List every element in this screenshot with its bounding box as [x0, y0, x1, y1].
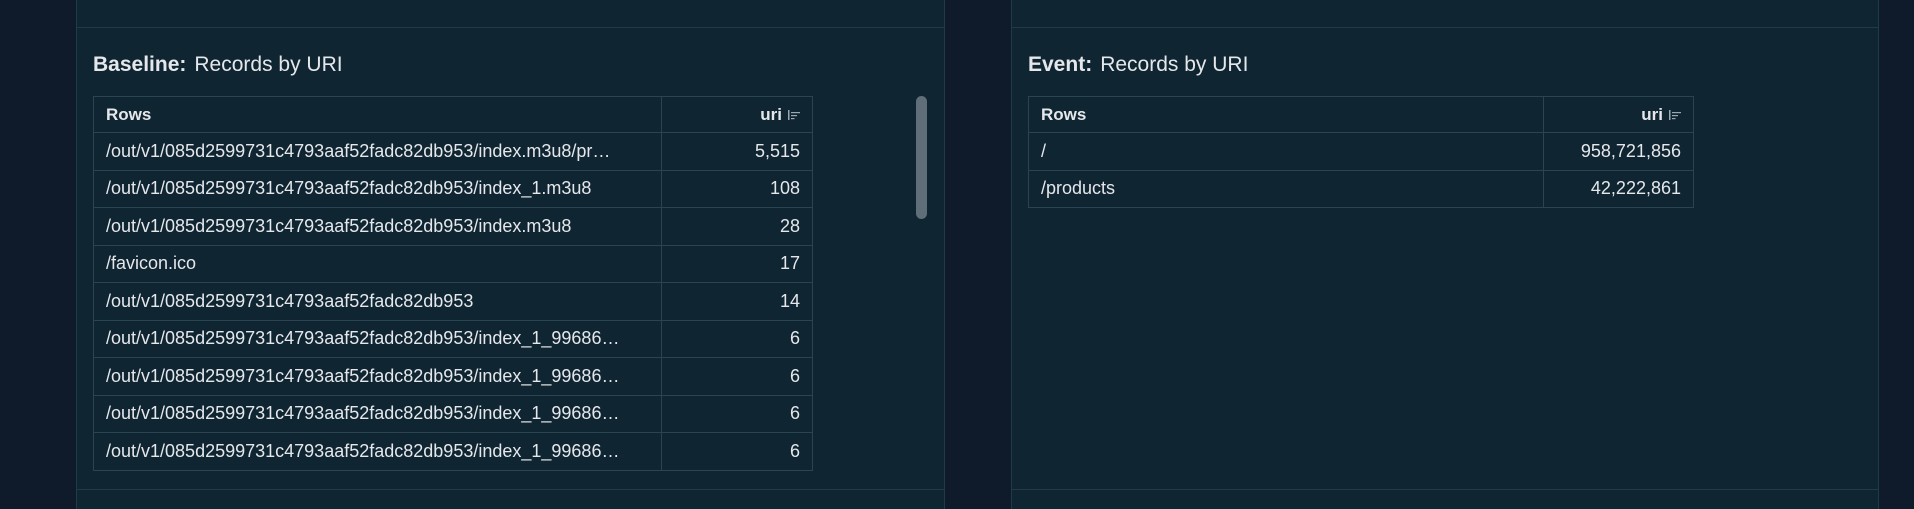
sort-icon[interactable] [1669, 109, 1681, 121]
table-row[interactable]: /out/v1/085d2599731c4793aaf52fadc82db953… [93, 357, 813, 396]
row-uri-cell: /out/v1/085d2599731c4793aaf52fadc82db953… [93, 357, 662, 396]
uri-column-header-label: uri [1641, 104, 1663, 124]
panel-divider-bottom [77, 489, 944, 490]
row-uri-cell: /out/v1/085d2599731c4793aaf52fadc82db953… [93, 207, 662, 246]
table-row[interactable]: /favicon.ico 17 [93, 244, 813, 283]
event-panel-title: Event: Records by URI [1028, 53, 1248, 77]
row-count-cell: 6 [661, 357, 813, 396]
row-uri-cell: /out/v1/085d2599731c4793aaf52fadc82db953… [93, 319, 662, 358]
uri-column-header[interactable]: uri [661, 96, 813, 133]
table-row[interactable]: /out/v1/085d2599731c4793aaf52fadc82db953… [93, 207, 813, 246]
table-row[interactable]: /out/v1/085d2599731c4793aaf52fadc82db953… [93, 394, 813, 433]
event-table: Rows uri /958,721,856/products 42,222,861 [1028, 96, 1694, 208]
panel-title-separator: : [1085, 53, 1093, 76]
row-count-cell: 17 [661, 244, 813, 283]
panel-title-label: Event [1028, 53, 1086, 76]
panel-divider-top [77, 27, 944, 28]
table-header-row: Rows uri [93, 96, 813, 133]
row-count-cell: 6 [661, 432, 813, 471]
rows-column-header[interactable]: Rows [1028, 96, 1544, 133]
row-count-cell: 5,515 [661, 132, 813, 171]
table-row[interactable]: /out/v1/085d2599731c4793aaf52fadc82db953… [93, 282, 813, 321]
panel-title-separator: : [179, 53, 187, 76]
row-count-cell: 42,222,861 [1543, 169, 1694, 208]
row-uri-cell: /out/v1/085d2599731c4793aaf52fadc82db953… [93, 394, 662, 433]
table-row[interactable]: /out/v1/085d2599731c4793aaf52fadc82db953… [93, 132, 813, 171]
row-count-cell: 108 [661, 169, 813, 208]
table-row[interactable]: /out/v1/085d2599731c4793aaf52fadc82db953… [93, 169, 813, 208]
uri-column-header[interactable]: uri [1543, 96, 1694, 133]
row-count-cell: 958,721,856 [1543, 132, 1694, 171]
row-uri-cell: /favicon.ico [93, 244, 662, 283]
event-panel: Event: Records by URI Rows uri /958,721,8… [1011, 0, 1879, 509]
panel-title-name: Records by URI [1100, 53, 1249, 76]
row-uri-cell: /out/v1/085d2599731c4793aaf52fadc82db953… [93, 169, 662, 208]
row-uri-cell: /out/v1/085d2599731c4793aaf52fadc82db953… [93, 432, 662, 471]
row-count-cell: 28 [661, 207, 813, 246]
baseline-panel: Baseline: Records by URI Rows uri /out/v1… [76, 0, 945, 509]
panel-divider-top [1012, 27, 1878, 28]
row-uri-cell: /out/v1/085d2599731c4793aaf52fadc82db953 [93, 282, 662, 321]
table-row[interactable]: /out/v1/085d2599731c4793aaf52fadc82db953… [93, 319, 813, 358]
panel-divider-bottom [1012, 489, 1878, 490]
baseline-panel-title: Baseline: Records by URI [93, 53, 343, 77]
sort-icon[interactable] [788, 109, 800, 121]
table-scrollbar-thumb[interactable] [916, 96, 927, 219]
table-header-row: Rows uri [1028, 96, 1694, 133]
row-count-cell: 6 [661, 394, 813, 433]
panel-title-name: Records by URI [194, 53, 343, 76]
row-count-cell: 14 [661, 282, 813, 321]
panel-title-label: Baseline [93, 53, 180, 76]
row-uri-cell: /products [1028, 169, 1544, 208]
table-row[interactable]: /958,721,856 [1028, 132, 1694, 171]
row-uri-cell: / [1028, 132, 1544, 171]
uri-column-header-label: uri [760, 104, 782, 124]
table-row[interactable]: /products 42,222,861 [1028, 169, 1694, 208]
row-uri-cell: /out/v1/085d2599731c4793aaf52fadc82db953… [93, 132, 662, 171]
table-row[interactable]: /out/v1/085d2599731c4793aaf52fadc82db953… [93, 432, 813, 471]
baseline-table: Rows uri /out/v1/085d2599731c4793aaf52fa… [93, 96, 813, 471]
rows-column-header[interactable]: Rows [93, 96, 662, 133]
row-count-cell: 6 [661, 319, 813, 358]
